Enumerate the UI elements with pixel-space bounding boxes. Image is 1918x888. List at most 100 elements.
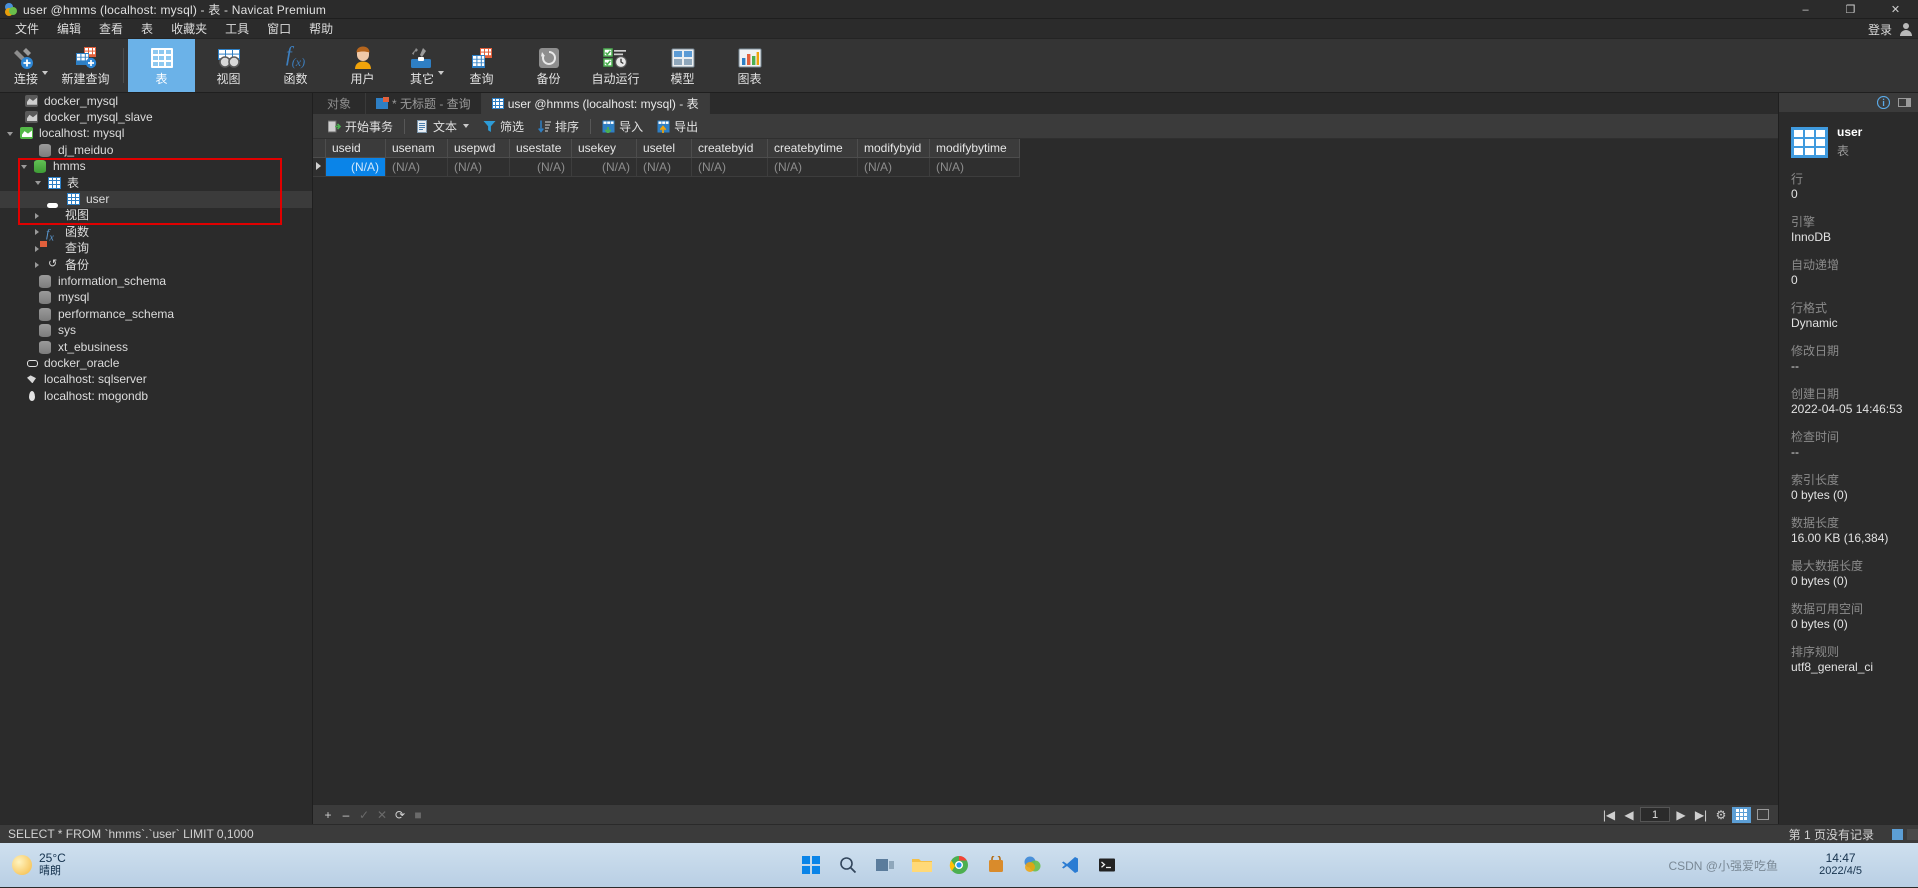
chevron-down-icon[interactable] [21,165,27,169]
chrome-icon[interactable] [946,852,972,878]
tab-objects[interactable]: 对象 [313,93,366,114]
grid-view-toggle[interactable] [1732,807,1751,823]
grid-cell-usetel[interactable]: (N/A) [637,158,692,177]
clock-widget[interactable]: 14:47 2022/4/5 [1819,852,1862,878]
tree-node-localhost-mysql[interactable]: localhost: mysql [0,126,312,142]
tab-user-table[interactable]: user @hmms (localhost: mysql) - 表 [482,93,710,114]
toolbar-automation[interactable]: 自动运行 [582,39,649,92]
menu-item-file[interactable]: 文件 [6,18,48,39]
grid-cell-createbytime[interactable]: (N/A) [768,158,858,177]
sort-button[interactable]: 排序 [531,116,586,137]
first-page-button[interactable]: |◀ [1600,807,1618,823]
taskview-icon[interactable] [872,852,898,878]
add-record-button[interactable]: + [319,807,337,823]
row-header[interactable] [313,158,326,177]
column-header-createbytime[interactable]: createbytime [768,139,858,158]
remove-record-button[interactable]: – [337,807,355,823]
menu-item-view[interactable]: 查看 [90,18,132,39]
store-icon[interactable] [983,852,1009,878]
table-row[interactable]: (N/A)(N/A)(N/A)(N/A)(N/A)(N/A)(N/A)(N/A)… [313,158,1020,177]
import-button[interactable]: 导入 [595,116,650,137]
close-button[interactable]: ✕ [1873,0,1918,19]
panel-toggle-icon[interactable] [1898,96,1911,109]
toolbar-other[interactable]: 其它 [396,39,448,92]
column-header-usenam[interactable]: usenam [386,139,448,158]
grid-cell-createbyid[interactable]: (N/A) [692,158,768,177]
tree-node-dj_meiduo[interactable]: dj_meiduo [0,142,312,158]
tree-node--[interactable]: 表 [0,175,312,191]
login-label[interactable]: 登录 [1868,21,1892,38]
chevron-down-icon[interactable] [438,71,444,75]
chevron-right-icon[interactable] [35,213,39,219]
grid-cell-usenam[interactable]: (N/A) [386,158,448,177]
previous-page-button[interactable]: ◀ [1620,807,1638,823]
toolbar-connection[interactable]: 连接 [0,39,52,92]
tree-node-docker_mysql_slave[interactable]: docker_mysql_slave [0,109,312,125]
confirm-button[interactable]: ✓ [355,807,373,823]
tree-node-hmms[interactable]: hmms [0,159,312,175]
menu-item-table[interactable]: 表 [132,18,162,39]
menu-item-help[interactable]: 帮助 [300,18,342,39]
column-header-createbyid[interactable]: createbyid [692,139,768,158]
grid-cell-usekey[interactable]: (N/A) [572,158,637,177]
toolbar-query[interactable]: 查询 [448,39,515,92]
menu-item-favorites[interactable]: 收藏夹 [162,18,216,39]
navicat-icon[interactable] [1020,852,1046,878]
grid-cell-modifybytime[interactable]: (N/A) [930,158,1020,177]
toolbar-chart[interactable]: 图表 [716,39,783,92]
terminal-icon[interactable] [1094,852,1120,878]
filter-button[interactable]: 筛选 [476,116,531,137]
toolbar-table[interactable]: 表 [128,39,195,92]
menu-item-window[interactable]: 窗口 [258,18,300,39]
column-header-modifybytime[interactable]: modifybytime [930,139,1020,158]
tree-node--[interactable]: 备份 [0,257,312,273]
tree-node-docker_mysql[interactable]: docker_mysql [0,93,312,109]
last-page-button[interactable]: ▶| [1692,807,1710,823]
grid-cell-usepwd[interactable]: (N/A) [448,158,510,177]
column-header-usetel[interactable]: usetel [637,139,692,158]
vscode-icon[interactable] [1057,852,1083,878]
chevron-right-icon[interactable] [35,262,39,268]
toolbar-view[interactable]: 视图 [195,39,262,92]
export-button[interactable]: 导出 [650,116,705,137]
chevron-down-icon[interactable] [42,71,48,75]
toolbar-backup[interactable]: 备份 [515,39,582,92]
minimize-button[interactable]: – [1783,0,1828,19]
form-view-toggle[interactable] [1753,807,1772,823]
next-page-button[interactable]: ▶ [1672,807,1690,823]
chevron-down-icon[interactable] [35,181,41,185]
info-icon[interactable] [1877,96,1890,109]
grid-cell-usestate[interactable]: (N/A) [510,158,572,177]
explorer-icon[interactable] [909,852,935,878]
menu-item-edit[interactable]: 编辑 [48,18,90,39]
tree-node--[interactable]: 视图 [0,208,312,224]
user-avatar-icon[interactable] [1899,23,1912,36]
connection-tree[interactable]: docker_mysqldocker_mysql_slavelocalhost:… [0,93,313,824]
data-grid-table[interactable]: useidusenamusepwdusestateusekeyusetelcre… [313,139,1020,177]
column-header-usekey[interactable]: usekey [572,139,637,158]
tree-node-xt_ebusiness[interactable]: xt_ebusiness [0,339,312,355]
refresh-button[interactable]: ⟳ [391,807,409,823]
maximize-button[interactable]: ❐ [1828,0,1873,19]
login-area[interactable]: 登录 [1868,19,1912,39]
grid-cell-useid[interactable]: (N/A) [326,158,386,177]
start-icon[interactable] [798,852,824,878]
tree-node-localhost-sqlserver[interactable]: localhost: sqlserver [0,372,312,388]
menu-item-tools[interactable]: 工具 [216,18,258,39]
gear-icon[interactable]: ⚙ [1712,807,1730,823]
chevron-right-icon[interactable] [35,246,39,252]
tree-node--[interactable]: 查询 [0,241,312,257]
page-number-input[interactable] [1640,807,1670,822]
grid-cell-modifybyid[interactable]: (N/A) [858,158,930,177]
chevron-down-icon[interactable] [463,124,469,128]
text-button[interactable]: 文本 [409,116,476,137]
tree-node-performance_schema[interactable]: performance_schema [0,306,312,322]
chevron-down-icon[interactable] [7,132,13,136]
begin-transaction-button[interactable]: 开始事务 [321,116,400,137]
tree-node-sys[interactable]: sys [0,322,312,338]
tree-node--[interactable]: fx函数 [0,224,312,240]
column-header-modifybyid[interactable]: modifybyid [858,139,930,158]
chevron-right-icon[interactable] [35,229,39,235]
tab-untitled-query[interactable]: * 无标题 - 查询 [366,93,482,114]
tree-node-docker_oracle[interactable]: docker_oracle [0,355,312,371]
